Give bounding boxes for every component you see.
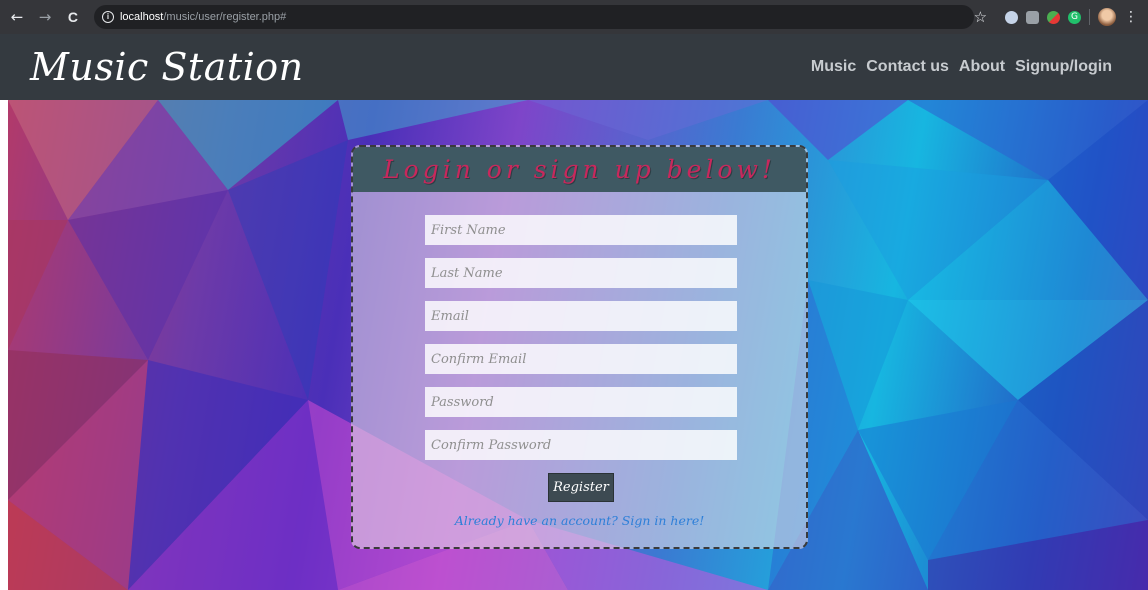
profile-avatar[interactable]: [1098, 8, 1117, 26]
confirm-password-field[interactable]: [425, 430, 737, 460]
email-field[interactable]: [425, 301, 737, 331]
register-panel: Login or sign up below! Register Already…: [351, 145, 808, 549]
kebab-menu-icon[interactable]: ⋮: [1124, 9, 1138, 25]
url-host: localhost: [119, 11, 164, 23]
first-name-field[interactable]: [425, 215, 737, 245]
address-bar[interactable]: i localhost/music/user/register.php#: [93, 5, 974, 29]
site-logo[interactable]: Music Station: [30, 45, 304, 89]
register-form: [425, 215, 737, 473]
site-navbar: Music Station Music Contact us About Sig…: [0, 34, 1148, 100]
extension-leaf-icon[interactable]: [1047, 10, 1061, 24]
register-button[interactable]: Register: [548, 473, 614, 502]
toolbar-divider: [1089, 9, 1091, 25]
password-field[interactable]: [425, 387, 737, 417]
nav-link-contact[interactable]: Contact us: [866, 58, 949, 76]
page-margin: [0, 100, 8, 590]
sign-in-link[interactable]: Already have an account? Sign in here!: [353, 513, 806, 528]
back-arrow-icon[interactable]: ←: [6, 6, 28, 28]
extension-g-icon[interactable]: G: [1068, 10, 1082, 24]
extension-square-icon[interactable]: [1026, 10, 1040, 24]
reload-icon[interactable]: C: [62, 6, 84, 28]
nav-link-signup-login[interactable]: Signup/login: [1015, 58, 1112, 76]
browser-toolbar: ← → C i localhost/music/user/register.ph…: [0, 0, 1148, 34]
extension-shield-icon[interactable]: [1005, 10, 1019, 24]
nav-link-about[interactable]: About: [959, 58, 1005, 76]
panel-title: Login or sign up below!: [383, 155, 776, 184]
panel-header: Login or sign up below!: [353, 147, 806, 192]
bookmark-star-icon[interactable]: ☆: [974, 8, 987, 26]
nav-link-music[interactable]: Music: [811, 58, 856, 76]
info-icon[interactable]: i: [101, 11, 114, 23]
forward-arrow-icon[interactable]: →: [34, 6, 56, 28]
last-name-field[interactable]: [425, 258, 737, 288]
nav-links: Music Contact us About Signup/login: [811, 58, 1112, 76]
url-path: /music/user/register.php#: [163, 11, 287, 23]
confirm-email-field[interactable]: [425, 344, 737, 374]
